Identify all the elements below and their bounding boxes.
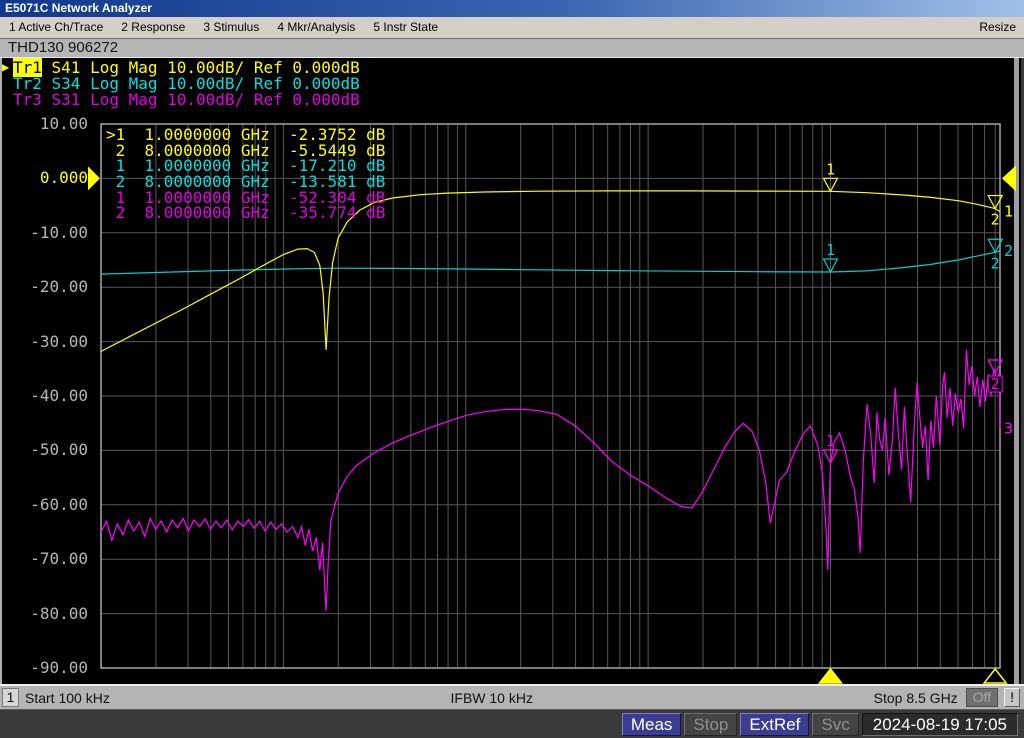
trace-title-row[interactable]: Tr3 S31 Log Mag 10.00dB/ Ref 0.000dB (2, 92, 360, 108)
trace-titles: ▶Tr1 S41 Log Mag 10.00dB/ Ref 0.000dBTr2… (2, 60, 360, 108)
status-meas: Meas (622, 713, 682, 736)
instrument-status-bar: MeasStopExtRefSvc 2024-08-19 17:05 (0, 709, 1024, 738)
title-bar: E5071C Network Analyzer (0, 0, 1024, 17)
status-stop: Stop (684, 713, 737, 736)
status-svc: Svc (812, 713, 858, 736)
menu-item[interactable]: 5 Instr State (364, 17, 447, 38)
alert-button[interactable]: ! (1004, 688, 1020, 707)
window-frame-right (1014, 58, 1019, 684)
menu-item[interactable]: 2 Response (112, 17, 194, 38)
y-axis-label: -90.00 (0, 660, 88, 676)
window-frame-left (0, 58, 2, 684)
instrument-label-bar: THD130 906272 (0, 38, 1024, 58)
y-axis-label: 0.000 (0, 170, 88, 186)
y-axis-label: -80.00 (0, 606, 88, 622)
resize-button[interactable]: Resize (971, 17, 1024, 38)
menu-item[interactable]: 1 Active Ch/Trace (0, 17, 112, 38)
y-axis-label: -70.00 (0, 551, 88, 567)
active-trace-arrow-icon: ▶ (2, 60, 13, 75)
trace-name[interactable]: Tr3 (13, 90, 42, 109)
channel-number: 1 (2, 688, 19, 707)
y-axis-label: -60.00 (0, 497, 88, 513)
y-axis-label: -10.00 (0, 225, 88, 241)
window-title: E5071C Network Analyzer (5, 1, 152, 15)
y-axis-label: -40.00 (0, 388, 88, 404)
stop-frequency[interactable]: Stop 8.5 GHz (874, 690, 958, 706)
datetime-display: 2024-08-19 17:05 (862, 713, 1018, 736)
menu-item[interactable]: 3 Stimulus (194, 17, 268, 38)
status-pills: MeasStopExtRefSvc (622, 713, 859, 736)
channel-status-bar: 1 Start 100 kHz IFBW 10 kHz Stop 8.5 GHz… (0, 684, 1024, 709)
start-frequency[interactable]: Start 100 kHz (25, 690, 110, 706)
menu-bar: 1 Active Ch/Trace2 Response3 Stimulus4 M… (0, 17, 1024, 38)
marker-readout-row: 2 8.0000000 GHz -35.774 dB (106, 205, 385, 221)
ifbw-label[interactable]: IFBW 10 kHz (110, 690, 874, 706)
y-axis-label: -20.00 (0, 279, 88, 295)
marker-readout: >1 1.0000000 GHz -2.3752 dB 2 8.0000000 … (106, 127, 385, 221)
menu-items: 1 Active Ch/Trace2 Response3 Stimulus4 M… (0, 17, 447, 38)
status-extref: ExtRef (740, 713, 809, 736)
off-button[interactable]: Off (966, 688, 998, 707)
y-axis-label: -30.00 (0, 334, 88, 350)
y-axis-label: 10.00 (0, 116, 88, 132)
trace-settings: S31 Log Mag 10.00dB/ Ref 0.000dB (42, 90, 360, 109)
menu-item[interactable]: 4 Mkr/Analysis (268, 17, 364, 38)
y-axis-label: -50.00 (0, 442, 88, 458)
instrument-label: THD130 906272 (8, 39, 118, 56)
